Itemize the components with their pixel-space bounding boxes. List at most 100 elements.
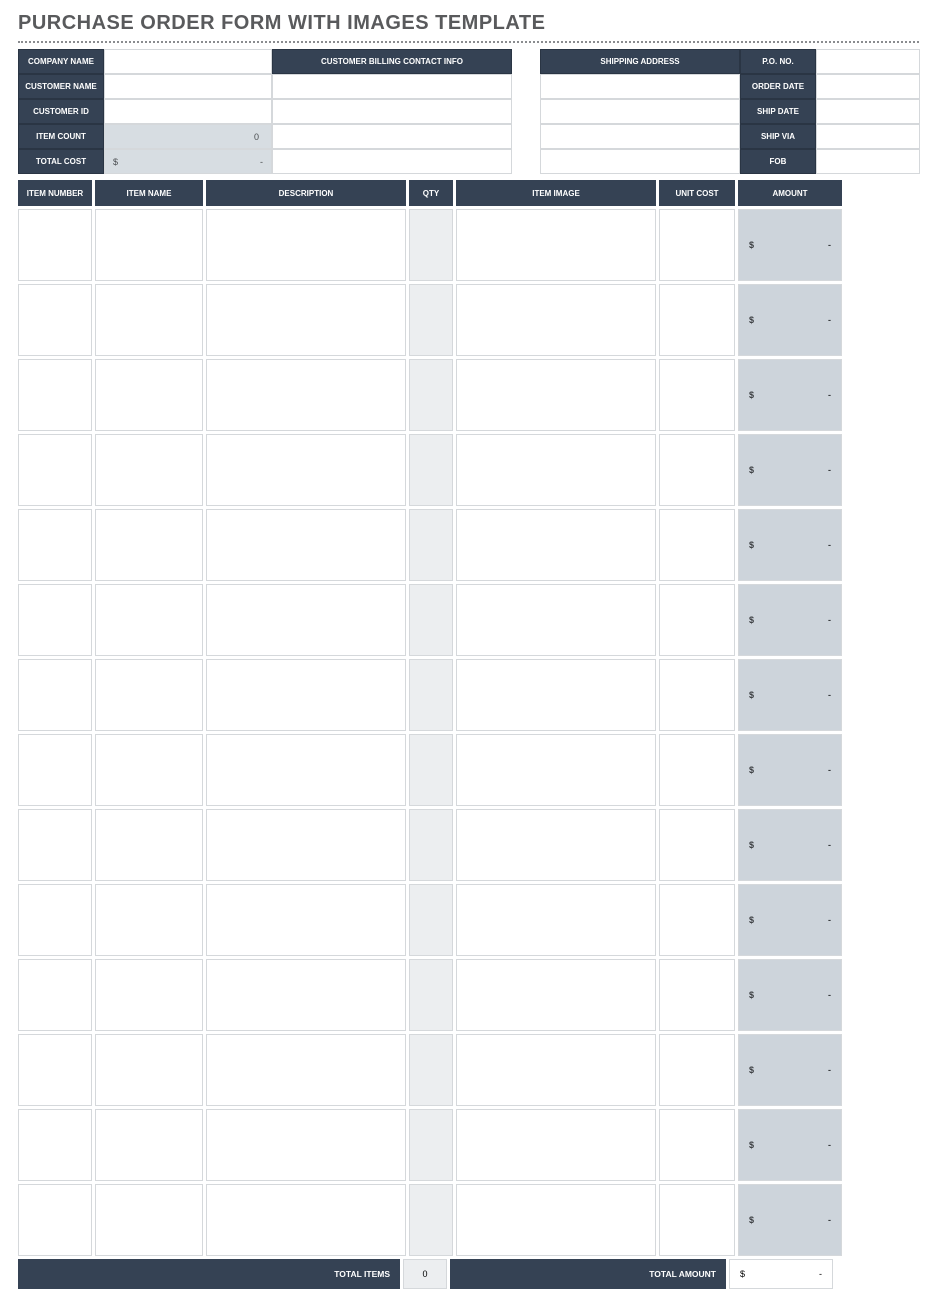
- fob-cell[interactable]: [816, 149, 920, 174]
- billing-r3[interactable]: [272, 124, 512, 149]
- shipping-r3[interactable]: [540, 124, 740, 149]
- cell-item-name[interactable]: [95, 584, 203, 656]
- billing-r4[interactable]: [272, 149, 512, 174]
- cell-qty[interactable]: [409, 509, 453, 581]
- cell-description[interactable]: [206, 734, 406, 806]
- cell-unit-cost[interactable]: [659, 434, 735, 506]
- cell-item-image[interactable]: [456, 659, 656, 731]
- cell-description[interactable]: [206, 1184, 406, 1256]
- cell-item-name[interactable]: [95, 809, 203, 881]
- cell-item-number[interactable]: [18, 1109, 92, 1181]
- cell-item-image[interactable]: [456, 809, 656, 881]
- cell-description[interactable]: [206, 434, 406, 506]
- cell-qty[interactable]: [409, 884, 453, 956]
- company-name-cell[interactable]: [104, 49, 272, 74]
- cell-item-image[interactable]: [456, 734, 656, 806]
- cell-item-number[interactable]: [18, 584, 92, 656]
- shipping-r2[interactable]: [540, 99, 740, 124]
- cell-qty[interactable]: [409, 359, 453, 431]
- cell-item-number[interactable]: [18, 434, 92, 506]
- cell-description[interactable]: [206, 659, 406, 731]
- cell-unit-cost[interactable]: [659, 1184, 735, 1256]
- cell-item-image[interactable]: [456, 1109, 656, 1181]
- cell-description[interactable]: [206, 209, 406, 281]
- cell-item-name[interactable]: [95, 509, 203, 581]
- cell-item-number[interactable]: [18, 1034, 92, 1106]
- cell-description[interactable]: [206, 959, 406, 1031]
- cell-qty[interactable]: [409, 809, 453, 881]
- cell-item-image[interactable]: [456, 434, 656, 506]
- cell-unit-cost[interactable]: [659, 1034, 735, 1106]
- cell-item-name[interactable]: [95, 434, 203, 506]
- cell-qty[interactable]: [409, 959, 453, 1031]
- cell-item-image[interactable]: [456, 209, 656, 281]
- cell-item-name[interactable]: [95, 884, 203, 956]
- cell-item-number[interactable]: [18, 284, 92, 356]
- cell-description[interactable]: [206, 809, 406, 881]
- cell-item-name[interactable]: [95, 284, 203, 356]
- cell-qty[interactable]: [409, 434, 453, 506]
- cell-item-name[interactable]: [95, 1034, 203, 1106]
- cell-qty[interactable]: [409, 659, 453, 731]
- cell-qty[interactable]: [409, 284, 453, 356]
- cell-item-name[interactable]: [95, 209, 203, 281]
- cell-item-name[interactable]: [95, 959, 203, 1031]
- cell-item-number[interactable]: [18, 659, 92, 731]
- cell-unit-cost[interactable]: [659, 809, 735, 881]
- cell-item-number[interactable]: [18, 959, 92, 1031]
- cell-qty[interactable]: [409, 1184, 453, 1256]
- cell-qty[interactable]: [409, 1034, 453, 1106]
- cell-qty[interactable]: [409, 1109, 453, 1181]
- cell-item-number[interactable]: [18, 809, 92, 881]
- billing-r2[interactable]: [272, 99, 512, 124]
- po-no-cell[interactable]: [816, 49, 920, 74]
- cell-description[interactable]: [206, 509, 406, 581]
- cell-item-name[interactable]: [95, 659, 203, 731]
- cell-item-number[interactable]: [18, 884, 92, 956]
- shipping-r4[interactable]: [540, 149, 740, 174]
- cell-item-image[interactable]: [456, 1184, 656, 1256]
- ship-date-cell[interactable]: [816, 99, 920, 124]
- cell-description[interactable]: [206, 359, 406, 431]
- cell-item-image[interactable]: [456, 509, 656, 581]
- cell-qty[interactable]: [409, 209, 453, 281]
- cell-item-name[interactable]: [95, 1184, 203, 1256]
- cell-unit-cost[interactable]: [659, 209, 735, 281]
- cell-unit-cost[interactable]: [659, 659, 735, 731]
- cell-description[interactable]: [206, 1109, 406, 1181]
- cell-description[interactable]: [206, 884, 406, 956]
- cell-item-image[interactable]: [456, 884, 656, 956]
- cell-item-image[interactable]: [456, 359, 656, 431]
- cell-item-name[interactable]: [95, 734, 203, 806]
- cell-item-number[interactable]: [18, 734, 92, 806]
- cell-unit-cost[interactable]: [659, 959, 735, 1031]
- customer-id-cell[interactable]: [104, 99, 272, 124]
- ship-via-cell[interactable]: [816, 124, 920, 149]
- cell-item-image[interactable]: [456, 284, 656, 356]
- shipping-r1[interactable]: [540, 74, 740, 99]
- cell-unit-cost[interactable]: [659, 734, 735, 806]
- cell-item-image[interactable]: [456, 584, 656, 656]
- cell-unit-cost[interactable]: [659, 284, 735, 356]
- cell-item-image[interactable]: [456, 959, 656, 1031]
- billing-r1[interactable]: [272, 74, 512, 99]
- cell-description[interactable]: [206, 284, 406, 356]
- cell-item-number[interactable]: [18, 1184, 92, 1256]
- cell-unit-cost[interactable]: [659, 359, 735, 431]
- customer-name-cell[interactable]: [104, 74, 272, 99]
- cell-unit-cost[interactable]: [659, 509, 735, 581]
- cell-item-image[interactable]: [456, 1034, 656, 1106]
- cell-item-number[interactable]: [18, 359, 92, 431]
- cell-item-number[interactable]: [18, 509, 92, 581]
- cell-unit-cost[interactable]: [659, 884, 735, 956]
- cell-qty[interactable]: [409, 734, 453, 806]
- order-date-cell[interactable]: [816, 74, 920, 99]
- cell-unit-cost[interactable]: [659, 584, 735, 656]
- cell-item-number[interactable]: [18, 209, 92, 281]
- cell-qty[interactable]: [409, 584, 453, 656]
- cell-unit-cost[interactable]: [659, 1109, 735, 1181]
- cell-description[interactable]: [206, 584, 406, 656]
- cell-description[interactable]: [206, 1034, 406, 1106]
- cell-item-name[interactable]: [95, 359, 203, 431]
- cell-item-name[interactable]: [95, 1109, 203, 1181]
